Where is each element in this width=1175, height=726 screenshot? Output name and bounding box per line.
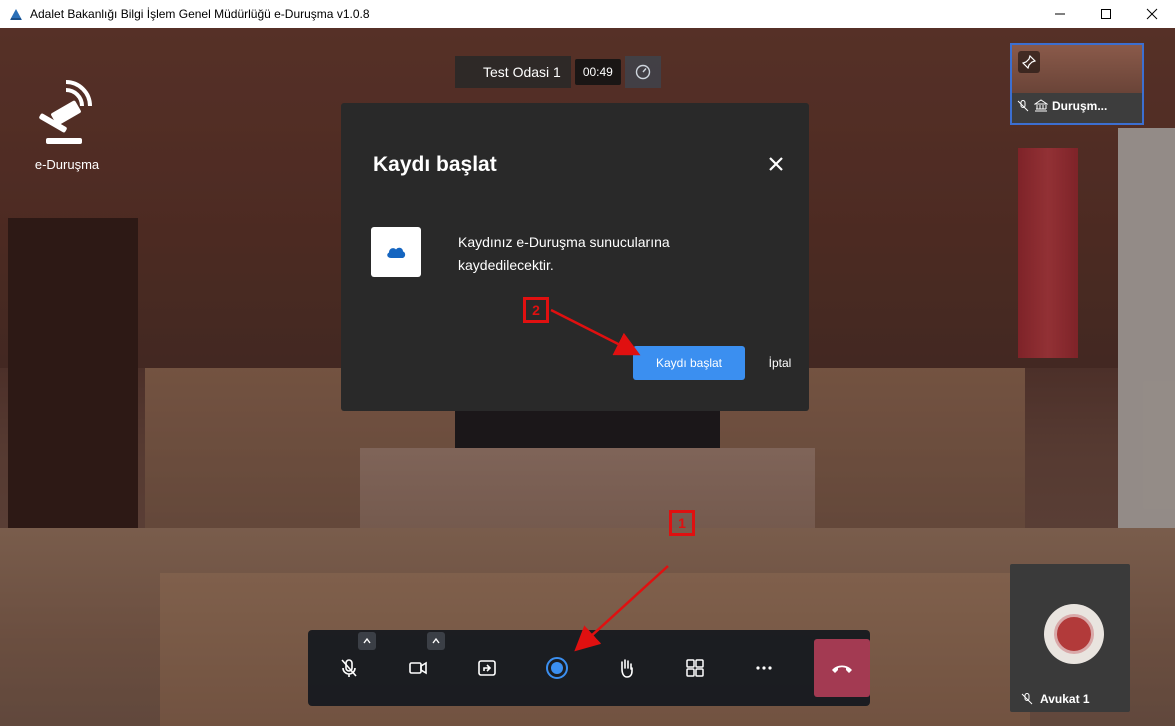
logo-text: e-Duruşma — [34, 157, 100, 172]
tile-view-button[interactable] — [672, 644, 718, 692]
app-logo: e-Duruşma — [22, 80, 112, 172]
meeting-toolbar — [308, 630, 870, 706]
maximize-button[interactable] — [1083, 0, 1129, 28]
hangup-icon — [832, 665, 853, 673]
video-stage: e-Duruşma Test Odasi 1 00:49 Duruşm... A… — [0, 28, 1175, 726]
window-title: Adalet Bakanlığı Bilgi İşlem Genel Müdür… — [30, 7, 370, 21]
pin-button[interactable] — [1018, 51, 1040, 73]
record-icon — [545, 657, 568, 679]
chevron-up-icon — [363, 637, 371, 644]
maximize-icon — [1101, 9, 1111, 19]
thumbnail-label: Avukat 1 — [1020, 692, 1090, 706]
thumbnail-name: Avukat 1 — [1040, 692, 1090, 706]
close-window-button[interactable] — [1129, 0, 1175, 28]
annotation-step-1: 1 — [669, 510, 695, 536]
record-button[interactable] — [534, 644, 580, 692]
mic-muted-icon — [341, 659, 357, 677]
participant-thumbnail-avukat[interactable]: Avukat 1 — [1010, 564, 1130, 712]
cloud-icon-container — [371, 227, 421, 277]
close-icon — [769, 157, 783, 171]
start-recording-dialog: Kaydı başlat Kaydınız e-Duruşma sunucula… — [341, 103, 809, 411]
more-options-button[interactable] — [741, 644, 787, 692]
video-options-button[interactable] — [427, 632, 446, 650]
cancel-button[interactable]: İptal — [761, 346, 799, 380]
meeting-timer: 00:49 — [574, 59, 621, 85]
grid-icon — [686, 659, 704, 677]
annotation-step-2: 2 — [523, 297, 549, 323]
mute-mic-button[interactable] — [326, 632, 377, 692]
hangup-button[interactable] — [814, 639, 870, 697]
minimize-button[interactable] — [1037, 0, 1083, 28]
app-icon — [10, 9, 22, 20]
raise-hand-button[interactable] — [603, 644, 649, 692]
chevron-up-icon — [432, 637, 440, 644]
audio-options-button[interactable] — [358, 632, 377, 650]
dialog-message: Kaydınız e-Duruşma sunucularına kaydedil… — [458, 234, 670, 273]
thumbnail-name: Duruşm... — [1052, 99, 1108, 113]
thumbnail-label: Duruşm... — [1016, 93, 1138, 119]
avatar — [1044, 604, 1104, 664]
pin-icon — [1022, 55, 1036, 69]
screen-share-button[interactable] — [464, 644, 510, 692]
close-icon — [1146, 8, 1158, 20]
participant-thumbnail-durusma[interactable]: Duruşm... — [1010, 43, 1144, 125]
gauge-icon — [635, 64, 651, 80]
window-controls — [1037, 0, 1175, 28]
raise-hand-icon — [620, 659, 633, 678]
dialog-title: Kaydı başlat — [373, 153, 497, 176]
camera-button[interactable] — [395, 632, 446, 692]
meeting-info: Test Odasi 1 00:49 — [455, 56, 661, 88]
room-name: Test Odasi 1 — [455, 56, 571, 88]
dialog-close-button[interactable] — [765, 153, 787, 175]
cloud-icon — [387, 247, 406, 258]
camera-icon — [409, 661, 428, 675]
connection-stats-button[interactable] — [624, 56, 661, 88]
screen-share-icon — [478, 660, 497, 676]
mic-muted-icon — [1017, 100, 1029, 112]
ministry-seal-icon — [1054, 614, 1094, 654]
more-horizontal-icon — [756, 666, 772, 670]
gavel-signal-icon — [39, 80, 92, 144]
start-recording-button[interactable]: Kaydı başlat — [633, 346, 745, 380]
minimize-icon — [1055, 13, 1065, 15]
courthouse-icon — [1034, 99, 1048, 112]
mic-muted-icon — [1021, 693, 1033, 705]
window-titlebar: Adalet Bakanlığı Bilgi İşlem Genel Müdür… — [0, 0, 1175, 28]
